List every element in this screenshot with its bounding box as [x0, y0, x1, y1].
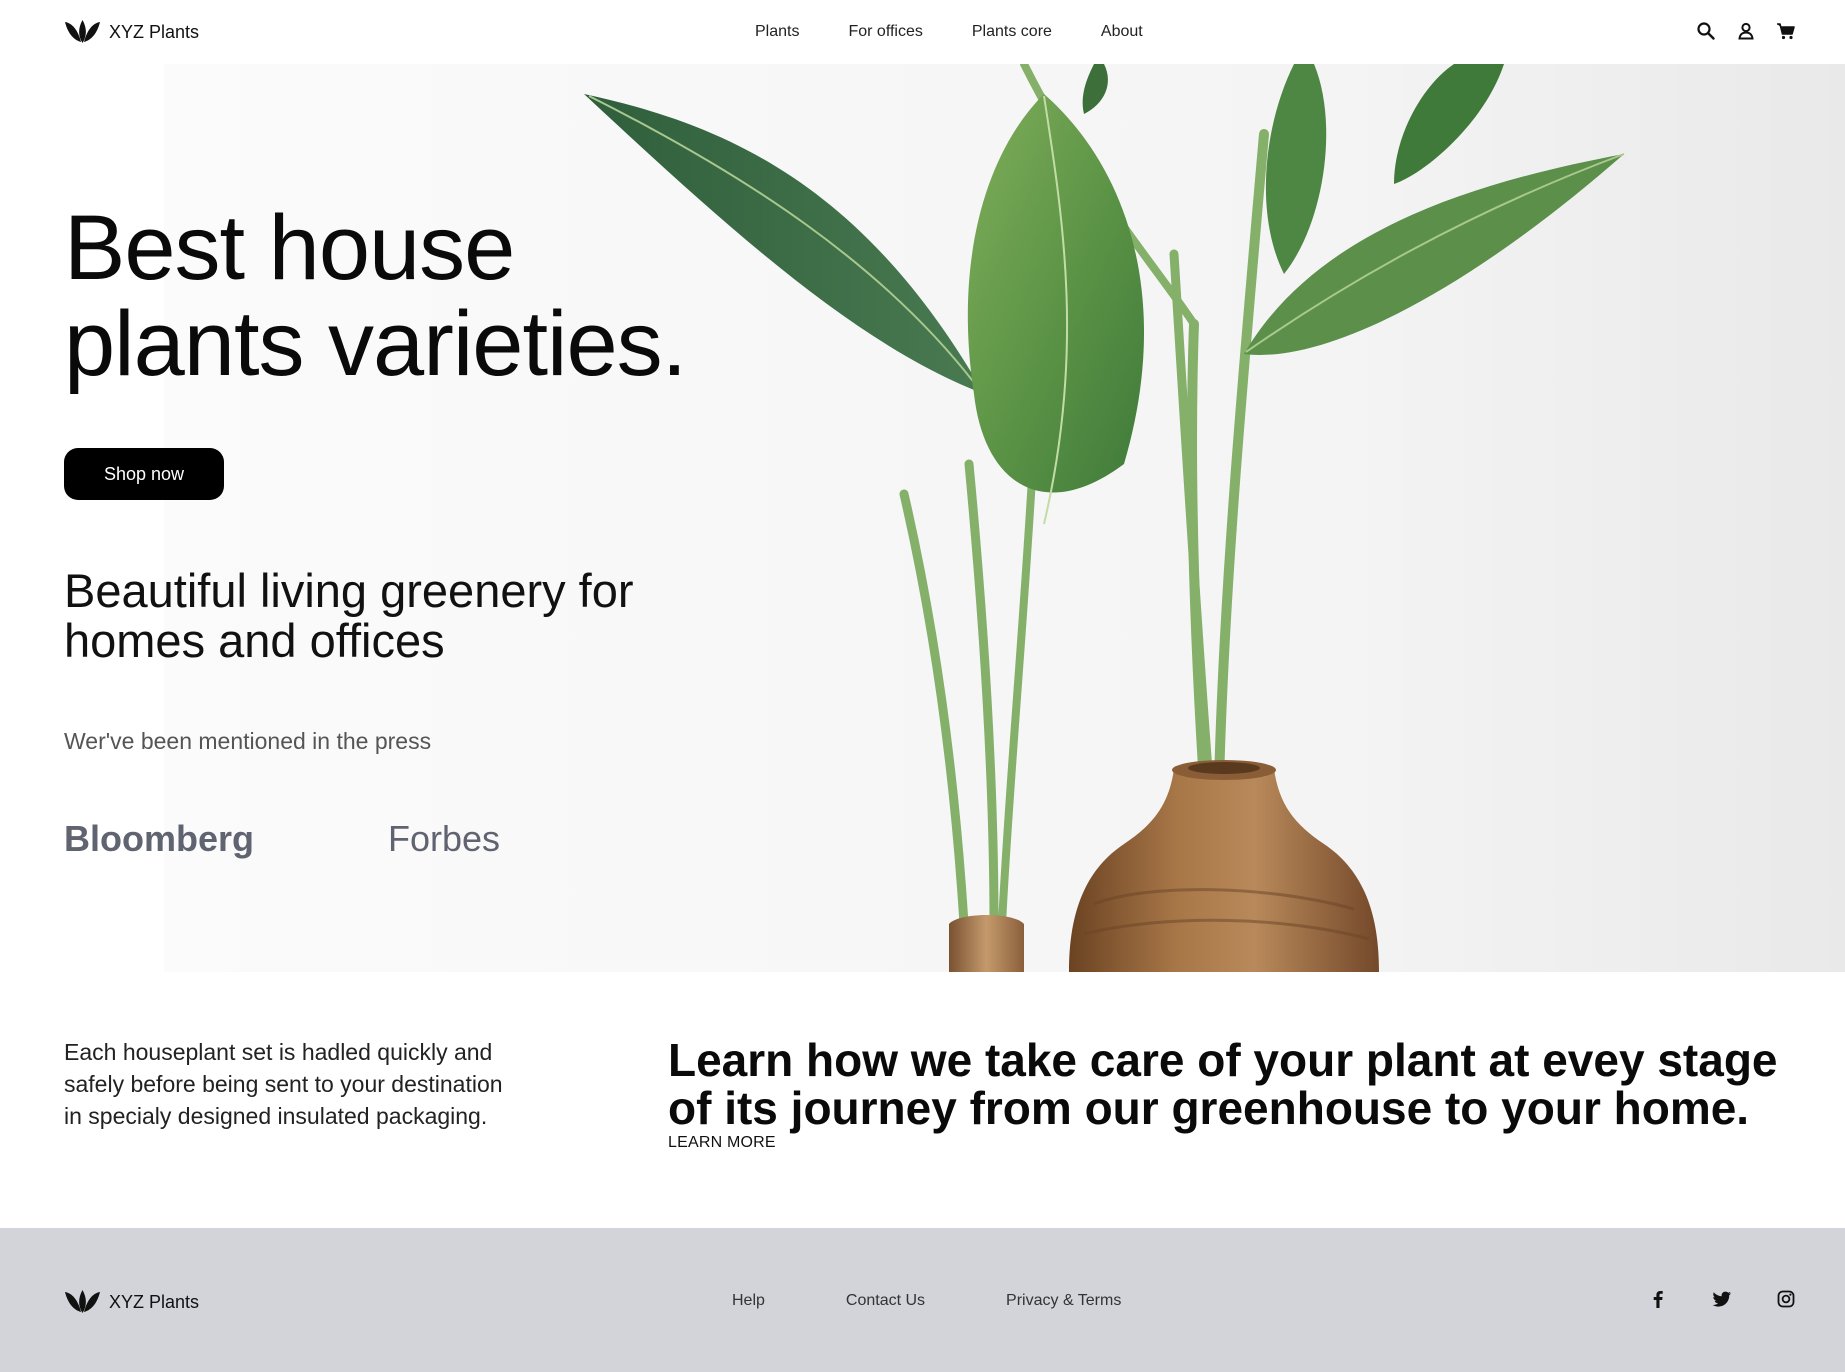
- footer-link-contact-us[interactable]: Contact Us: [846, 1292, 925, 1310]
- brand-logo[interactable]: XYZ Plants: [64, 18, 199, 46]
- hero-section: Best house plants varieties. Shop now Be…: [0, 64, 1845, 972]
- leaf-logo-icon: [65, 20, 100, 43]
- footer-brand-name: XYZ Plants: [109, 1291, 200, 1312]
- brand-name: XYZ Plants: [109, 21, 200, 42]
- site-header: XYZ Plants Plants For offices Plants cor…: [0, 0, 1845, 64]
- hero-title-line-2: plants varieties.: [64, 293, 687, 395]
- hero-subtitle: Beautiful living greenery for homes and …: [64, 566, 634, 666]
- nav-link-for-offices[interactable]: For offices: [848, 23, 922, 41]
- hero-subtitle-line-2: homes and offices: [64, 614, 445, 667]
- press-label: Wer've been mentioned in the press: [64, 728, 432, 754]
- learn-more-link[interactable]: LEARN MORE: [668, 1134, 1798, 1152]
- bloomberg-logo: Bloomberg: [64, 818, 255, 859]
- footer-brand-logo[interactable]: XYZ Plants: [64, 1288, 199, 1316]
- cart-icon[interactable]: [1775, 20, 1797, 42]
- hero-subtitle-line-1: Beautiful living greenery for: [64, 564, 634, 617]
- leaf-logo-icon: [65, 1290, 100, 1313]
- nav-link-plants[interactable]: Plants: [755, 23, 799, 41]
- site-footer: XYZ Plants Help Contact Us Privacy & Ter…: [0, 1228, 1845, 1372]
- footer-link-privacy-terms[interactable]: Privacy & Terms: [1006, 1292, 1121, 1310]
- social-links: [1647, 1288, 1797, 1310]
- main-nav: Plants For offices Plants core About: [755, 0, 1192, 64]
- care-info-block: Learn how we take care of your plant at …: [668, 1036, 1798, 1152]
- twitter-icon[interactable]: [1711, 1288, 1733, 1310]
- hero-title-line-1: Best house: [64, 197, 515, 299]
- care-heading: Learn how we take care of your plant at …: [668, 1034, 1778, 1134]
- facebook-icon[interactable]: [1647, 1288, 1669, 1310]
- nav-link-plants-core[interactable]: Plants core: [972, 23, 1052, 41]
- shipping-description: Each houseplant set is hadled quickly an…: [64, 1039, 503, 1129]
- shop-now-button[interactable]: Shop now: [64, 448, 224, 500]
- search-icon[interactable]: [1695, 20, 1717, 42]
- user-icon[interactable]: [1735, 20, 1757, 42]
- instagram-icon[interactable]: [1775, 1288, 1797, 1310]
- header-actions: [1695, 20, 1797, 42]
- nav-link-about[interactable]: About: [1101, 23, 1143, 41]
- footer-nav: Help Contact Us Privacy & Terms: [732, 1292, 1202, 1310]
- hero-title: Best house plants varieties.: [64, 197, 687, 395]
- forbes-logo: Forbes: [388, 818, 501, 859]
- footer-link-help[interactable]: Help: [732, 1292, 765, 1310]
